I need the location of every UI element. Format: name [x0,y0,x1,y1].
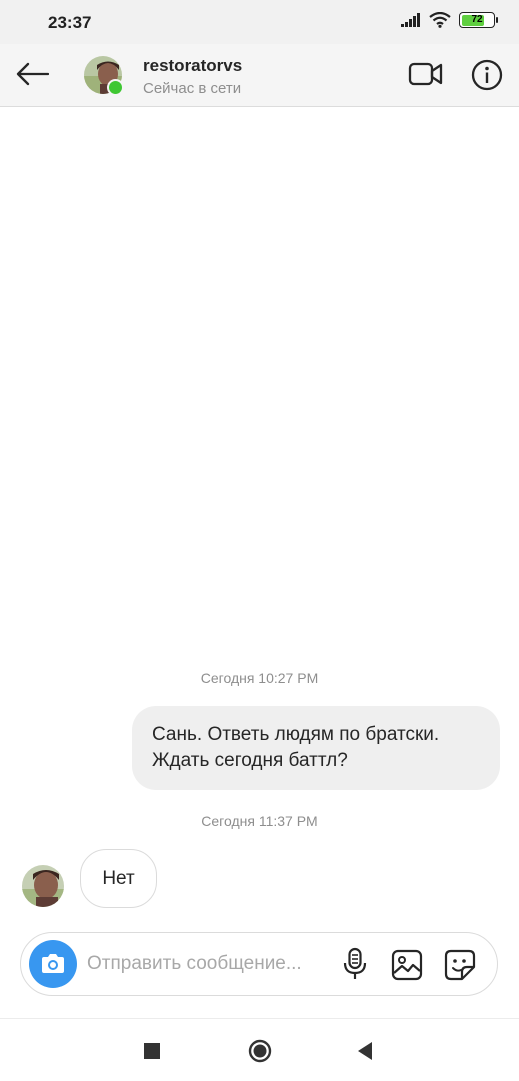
microphone-button[interactable] [341,947,369,981]
camera-button[interactable] [29,940,77,988]
outgoing-message[interactable]: Сань. Ответь людям по братски. Ждать сег… [132,706,500,790]
info-icon [471,59,503,91]
back-arrow-icon [16,62,49,86]
video-call-icon [408,62,443,86]
gallery-icon [391,949,423,981]
online-status-dot [107,79,124,96]
message-input[interactable] [87,947,337,981]
recents-icon[interactable] [144,1043,160,1059]
message-timestamp: Сегодня 11:37 PM [201,813,318,829]
profile-photo [22,865,64,907]
message-composer [20,932,498,996]
back-button[interactable] [12,56,52,92]
microphone-icon [343,947,367,979]
back-icon[interactable] [356,1040,374,1062]
system-nav-bar [0,1018,519,1081]
presence-status: Сейчас в сети [143,80,242,97]
home-icon[interactable] [248,1039,272,1063]
sticker-button[interactable] [443,948,477,982]
wifi-icon [429,12,451,28]
status-icons: 72 [401,12,498,28]
video-call-button[interactable] [408,58,444,90]
chat-header: restoratorvs Сейчас в сети [0,44,519,107]
camera-icon [42,954,64,973]
status-time: 23:37 [48,13,92,32]
gallery-button[interactable] [391,949,423,981]
battery-icon: 72 [459,12,498,28]
chat-username[interactable]: restoratorvs [143,56,242,76]
message-line: Ждать сегодня баттл? [152,750,348,771]
message-timestamp: Сегодня 10:27 PM [200,670,319,686]
battery-level: 72 [471,14,483,25]
sender-avatar[interactable] [22,865,64,907]
message-line: Сань. Ответь людям по братски. [152,724,440,745]
info-button[interactable] [470,58,504,92]
battery-tip [496,17,498,23]
sticker-icon [444,949,476,981]
signal-icon [401,13,420,27]
status-bar: 23:37 72 [0,0,519,44]
incoming-message[interactable]: Нет [80,849,157,908]
